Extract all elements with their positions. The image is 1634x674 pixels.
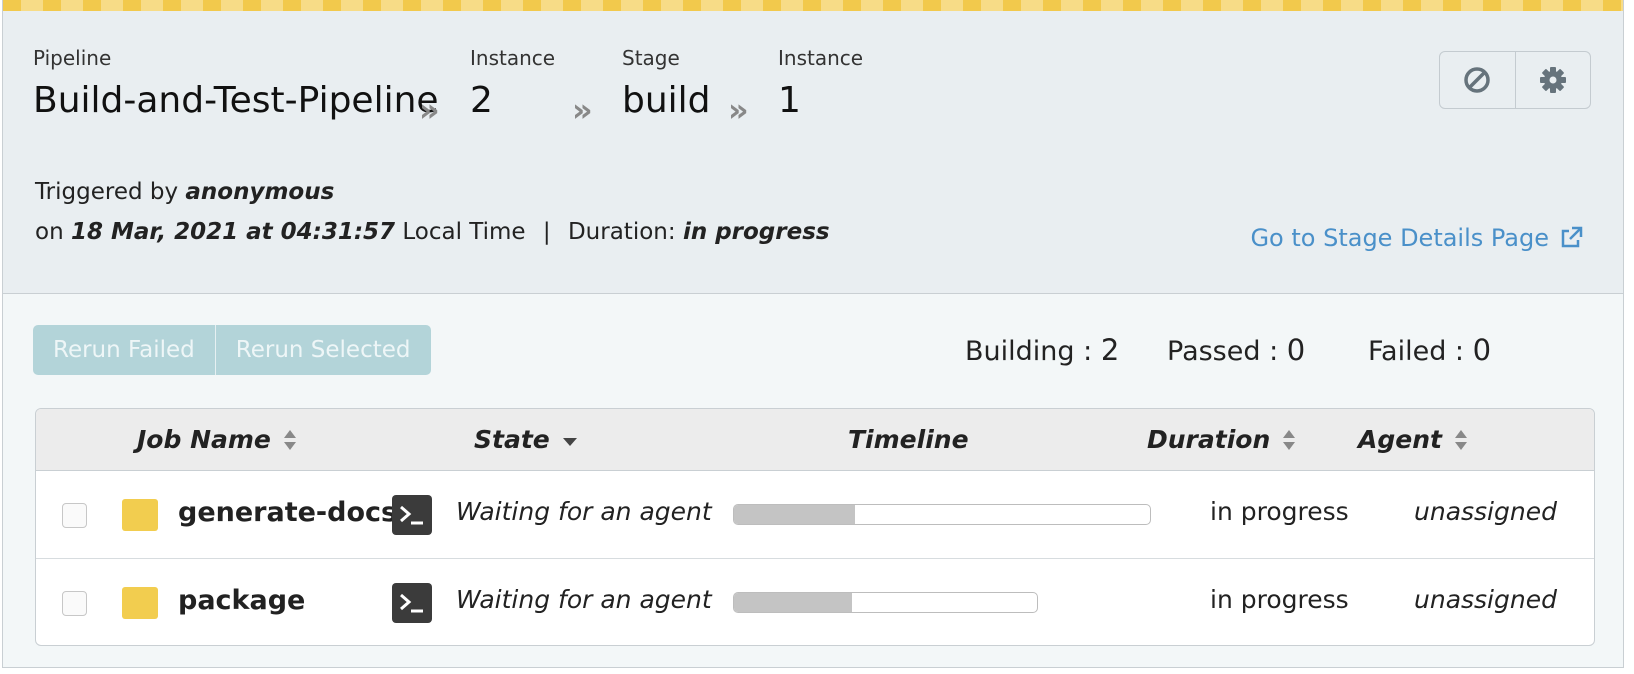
cancel-icon bbox=[1464, 67, 1490, 93]
breadcrumb-pipeline-instance: Instance 2 bbox=[470, 46, 555, 121]
local-time-suffix: Local Time bbox=[402, 219, 526, 245]
stage-details-link[interactable]: Go to Stage Details Page bbox=[1250, 224, 1583, 252]
triggered-by-line: Triggered by anonymous bbox=[35, 179, 334, 205]
job-agent: unassigned bbox=[1414, 585, 1557, 614]
duration-label: Duration: bbox=[567, 219, 676, 245]
breadcrumb-label: Pipeline bbox=[33, 46, 112, 70]
passed-count: Passed : 0 bbox=[1167, 333, 1305, 367]
stage-instance-value: 1 bbox=[778, 80, 801, 121]
stage-settings-button[interactable] bbox=[1514, 52, 1591, 108]
job-timeline-bar bbox=[733, 504, 1151, 525]
column-label: Agent bbox=[1358, 425, 1442, 454]
breadcrumb-separator: » bbox=[728, 91, 749, 129]
job-select-checkbox[interactable] bbox=[62, 591, 87, 616]
stage-overview-panel: Pipeline Build-and-Test-Pipeline » Insta… bbox=[2, 0, 1624, 668]
breadcrumb-label: Stage bbox=[622, 46, 680, 70]
column-duration[interactable]: Duration bbox=[1147, 425, 1296, 454]
job-name-link[interactable]: generate-docs bbox=[178, 497, 397, 528]
trigger-datetime: 18 Mar, 2021 at 04:31:57 bbox=[70, 219, 396, 245]
column-label: State bbox=[474, 425, 550, 454]
sort-icon bbox=[1454, 429, 1467, 450]
sort-icon bbox=[283, 429, 296, 450]
column-state[interactable]: State bbox=[474, 425, 578, 454]
rerun-selected-button[interactable]: Rerun Selected bbox=[215, 325, 431, 375]
stage-name: build bbox=[622, 80, 711, 121]
rerun-failed-button[interactable]: Rerun Failed bbox=[33, 325, 216, 375]
timeline-progress-fill bbox=[734, 505, 855, 524]
breadcrumb-separator: » bbox=[572, 91, 593, 129]
building-value: 2 bbox=[1100, 333, 1120, 367]
divider: | bbox=[542, 219, 551, 245]
rerun-actions: Rerun Failed Rerun Selected bbox=[33, 325, 431, 375]
column-label: Job Name bbox=[137, 425, 271, 454]
job-agent: unassigned bbox=[1414, 497, 1557, 526]
on-prefix: on bbox=[35, 219, 64, 245]
column-agent[interactable]: Agent bbox=[1358, 425, 1468, 454]
building-count: Building : 2 bbox=[965, 333, 1119, 367]
terminal-icon bbox=[400, 505, 423, 525]
job-name-link[interactable]: package bbox=[178, 585, 305, 616]
failed-count: Failed : 0 bbox=[1368, 333, 1491, 367]
column-timeline: Timeline bbox=[848, 425, 969, 454]
stage-header: Pipeline Build-and-Test-Pipeline » Insta… bbox=[3, 11, 1623, 294]
job-status-icon bbox=[122, 587, 158, 619]
sort-icon bbox=[1283, 429, 1296, 450]
triggered-by-prefix: Triggered by bbox=[35, 179, 179, 205]
job-duration: in progress bbox=[1210, 497, 1349, 526]
column-label: Timeline bbox=[848, 425, 969, 454]
pipeline-instance-value: 2 bbox=[470, 80, 493, 121]
jobs-table-header: Job Name State Timeline Duration Agent bbox=[36, 409, 1594, 471]
breadcrumb-label: Instance bbox=[470, 46, 556, 70]
failed-label: Failed : bbox=[1368, 336, 1465, 367]
duration-value: in progress bbox=[682, 219, 830, 245]
job-state: Waiting for an agent bbox=[456, 585, 712, 614]
job-state: Waiting for an agent bbox=[456, 497, 712, 526]
breadcrumb-stage: Stage build bbox=[622, 46, 711, 121]
table-row: generate-docs Waiting for an agent in pr… bbox=[36, 471, 1594, 559]
stage-actions-group bbox=[1439, 51, 1591, 109]
column-label: Duration bbox=[1147, 425, 1271, 454]
job-status-icon bbox=[122, 499, 158, 531]
breadcrumb-separator: » bbox=[419, 91, 440, 129]
gear-icon bbox=[1539, 67, 1566, 93]
external-link-icon bbox=[1561, 226, 1583, 248]
trigger-user: anonymous bbox=[185, 179, 335, 205]
console-log-button[interactable] bbox=[392, 495, 432, 535]
jobs-table: Job Name State Timeline Duration Agent g… bbox=[35, 408, 1595, 646]
sort-descending-icon bbox=[562, 437, 577, 446]
pipeline-name: Build-and-Test-Pipeline bbox=[33, 80, 439, 121]
building-label: Building : bbox=[965, 336, 1093, 367]
table-row: package Waiting for an agent in progress… bbox=[36, 559, 1594, 645]
passed-value: 0 bbox=[1286, 333, 1306, 367]
stage-details-link-label: Go to Stage Details Page bbox=[1250, 224, 1549, 252]
job-duration: in progress bbox=[1210, 585, 1349, 614]
breadcrumb-pipeline: Pipeline Build-and-Test-Pipeline bbox=[33, 46, 439, 121]
console-log-button[interactable] bbox=[392, 583, 432, 623]
job-timeline-bar bbox=[733, 592, 1038, 613]
cancel-stage-button[interactable] bbox=[1440, 52, 1515, 108]
breadcrumb-label: Instance bbox=[778, 46, 864, 70]
job-select-checkbox[interactable] bbox=[62, 503, 87, 528]
column-job-name[interactable]: Job Name bbox=[137, 425, 297, 454]
terminal-icon bbox=[400, 593, 423, 613]
failed-value: 0 bbox=[1472, 333, 1492, 367]
in-progress-stripe bbox=[3, 0, 1623, 11]
passed-label: Passed : bbox=[1167, 336, 1279, 367]
breadcrumb-stage-instance: Instance 1 bbox=[778, 46, 863, 121]
timeline-progress-fill bbox=[734, 593, 853, 612]
trigger-time-line: on 18 Mar, 2021 at 04:31:57 Local Time |… bbox=[35, 219, 830, 245]
